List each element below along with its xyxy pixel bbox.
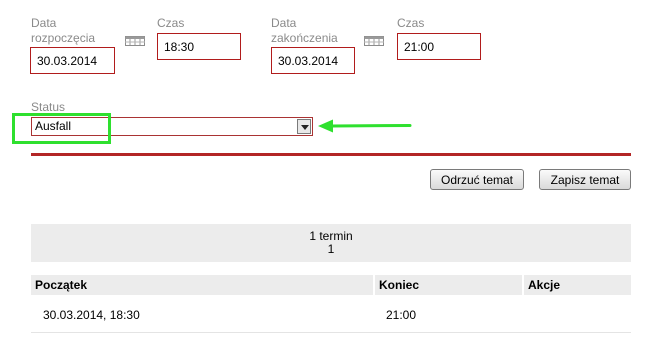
start-date-label: Data rozpoczęcia [31, 16, 96, 45]
row-start-cell: 30.03.2014, 18:30 [43, 308, 140, 322]
section-divider [31, 153, 631, 156]
appointments-table: Początek Koniec Akcje 30.03.2014, 18:30 … [31, 275, 631, 335]
highlight-box [12, 113, 111, 144]
reject-topic-button[interactable]: Odrzuć temat [430, 169, 524, 190]
start-date-field[interactable] [30, 47, 115, 74]
row-divider [31, 332, 631, 333]
chevron-down-icon[interactable] [297, 119, 311, 134]
start-time-field[interactable] [157, 33, 241, 60]
end-time-field[interactable] [397, 33, 481, 60]
column-header-start: Początek [31, 275, 373, 295]
row-end-cell: 21:00 [386, 308, 417, 322]
start-time-label: Czas [157, 16, 185, 30]
column-header-actions: Akcje [524, 275, 631, 295]
end-time-label: Czas [397, 16, 425, 30]
summary-page: 1 [327, 242, 335, 256]
table-row: 30.03.2014, 18:30 21:00 [31, 295, 631, 332]
end-date-label: Data zakończenia [271, 16, 338, 45]
end-date-field[interactable] [271, 47, 355, 74]
arrow-icon [318, 119, 412, 136]
summary-panel: 1 termin 1 [31, 224, 631, 262]
calendar-icon[interactable] [125, 35, 145, 46]
column-header-end: Koniec [375, 275, 522, 295]
save-topic-button[interactable]: Zapisz temat [539, 169, 631, 190]
calendar-icon[interactable] [364, 35, 384, 46]
